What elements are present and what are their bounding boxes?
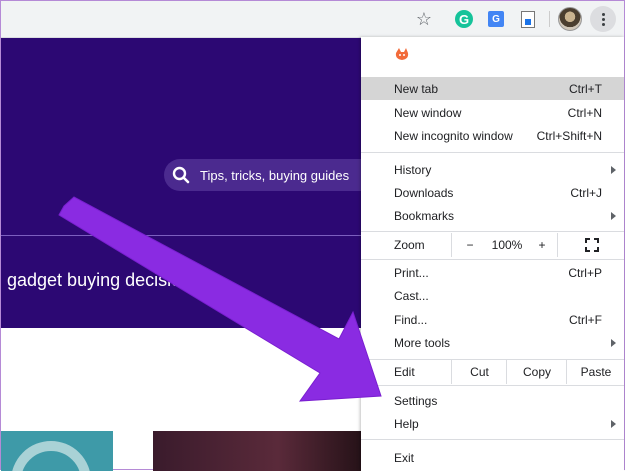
- article-thumbnail[interactable]: [1, 431, 113, 471]
- zoom-out-button[interactable]: −: [451, 233, 488, 257]
- paste-button[interactable]: Paste: [566, 360, 625, 384]
- chevron-right-icon: [611, 419, 616, 428]
- hero-banner: Tips, tricks, buying guides gadget buyin…: [1, 38, 374, 328]
- menu-item-cast[interactable]: Cast...: [361, 284, 624, 307]
- menu-item-new-tab[interactable]: New tab Ctrl+T: [361, 77, 624, 100]
- search-placeholder: Tips, tricks, buying guides: [200, 167, 350, 183]
- search-input[interactable]: Tips, tricks, buying guides: [164, 159, 374, 191]
- menu-divider: [361, 152, 624, 153]
- menu-item-print[interactable]: Print... Ctrl+P: [361, 261, 624, 284]
- extension-fox-icon[interactable]: [394, 47, 410, 61]
- toolbar-separator: [549, 11, 550, 27]
- cut-button[interactable]: Cut: [451, 360, 507, 384]
- chevron-right-icon: [611, 211, 616, 220]
- menu-divider: [361, 259, 624, 260]
- hero-divider: [1, 235, 361, 236]
- fullscreen-icon: [584, 238, 599, 252]
- article-thumbnail[interactable]: [153, 431, 361, 471]
- menu-item-new-window[interactable]: New window Ctrl+N: [361, 101, 624, 124]
- grammarly-letter: G: [455, 10, 473, 28]
- menu-header: [361, 37, 624, 73]
- chevron-right-icon: [611, 165, 616, 174]
- png-download-icon[interactable]: [516, 7, 540, 31]
- zoom-in-button[interactable]: +: [527, 233, 557, 257]
- menu-item-help[interactable]: Help: [361, 412, 624, 435]
- menu-item-more-tools[interactable]: More tools: [361, 331, 624, 354]
- menu-zoom-row: Zoom − 100% +: [361, 233, 624, 257]
- translate-letter: G: [488, 11, 504, 27]
- more-icon[interactable]: [590, 6, 616, 32]
- fullscreen-button[interactable]: [557, 233, 625, 257]
- hero-subtitle: gadget buying decisions.: [7, 270, 206, 290]
- chrome-main-menu: New tab Ctrl+T New window Ctrl+N New inc…: [361, 37, 624, 471]
- menu-item-downloads[interactable]: Downloads Ctrl+J: [361, 181, 624, 204]
- menu-item-bookmarks[interactable]: Bookmarks: [361, 204, 624, 227]
- profile-avatar[interactable]: [558, 7, 582, 31]
- star-icon[interactable]: ☆: [412, 7, 436, 31]
- menu-divider: [361, 231, 624, 232]
- menu-item-new-incognito[interactable]: New incognito window Ctrl+Shift+N: [361, 124, 624, 147]
- grammarly-icon[interactable]: G: [452, 7, 476, 31]
- menu-item-exit[interactable]: Exit: [361, 446, 624, 469]
- edit-label: Edit: [394, 365, 415, 379]
- copy-button[interactable]: Copy: [506, 360, 567, 384]
- search-icon: [172, 166, 190, 184]
- menu-divider: [361, 439, 624, 440]
- menu-item-settings[interactable]: Settings: [361, 389, 624, 412]
- chevron-right-icon: [611, 338, 616, 347]
- menu-divider: [361, 385, 624, 386]
- browser-toolbar: ☆ G G: [1, 1, 624, 38]
- translate-icon[interactable]: G: [484, 7, 508, 31]
- menu-item-history[interactable]: History: [361, 158, 624, 181]
- menu-edit-row: Edit Cut Copy Paste: [361, 360, 624, 384]
- zoom-level: 100%: [491, 238, 523, 252]
- zoom-label: Zoom: [394, 238, 425, 252]
- menu-item-find[interactable]: Find... Ctrl+F: [361, 308, 624, 331]
